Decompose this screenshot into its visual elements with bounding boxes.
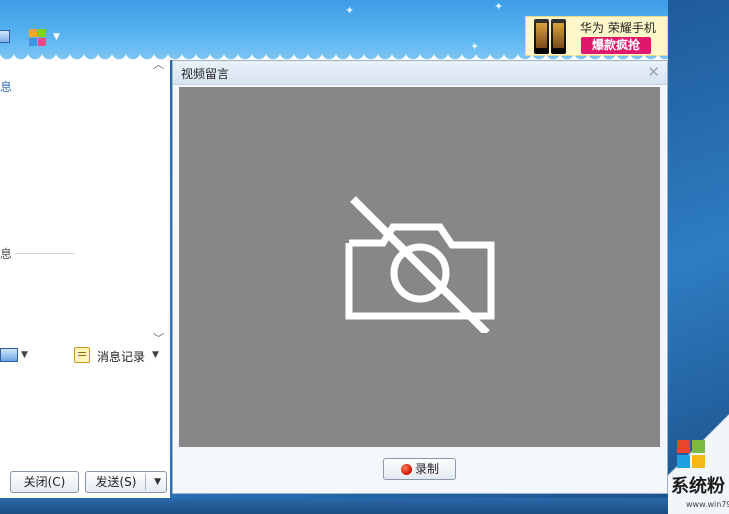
camera-off-icon (345, 196, 495, 333)
watermark-url: www.win7999.com (686, 500, 729, 509)
star-decoration-icon: ✦ (494, 0, 504, 13)
ad-cta-badge: 爆款疯抢 (581, 37, 651, 54)
divider (15, 253, 75, 254)
record-button[interactable]: 录制 (383, 458, 456, 480)
desktop-strip (0, 498, 729, 514)
ad-headline: 华为 荣耀手机 (580, 21, 656, 35)
apps-icon[interactable] (28, 28, 48, 48)
close-button[interactable]: 关闭(C) (10, 471, 79, 493)
star-decoration-icon: ✦ (345, 4, 355, 17)
windows-logo-icon (677, 440, 706, 469)
chat-header: ✦ ✦ ✦ ▼ 华为 荣耀手机 爆款疯抢 (0, 0, 668, 60)
screenshot-icon[interactable] (0, 348, 18, 362)
video-message-dialog: 视频留言 ✕ 录制 (172, 60, 668, 494)
send-button-label: 发送(S) (95, 475, 137, 489)
divider (145, 474, 146, 490)
record-dot-icon (401, 464, 412, 475)
chevron-down-icon[interactable]: ▼ (53, 32, 60, 42)
chat-panel: ︿ 息 息 ﹀ ▼ 消息记录 ▼ 关闭(C) 发送(S) ▼ (0, 58, 170, 498)
collapse-down-icon[interactable]: ﹀ (153, 330, 164, 346)
panel-text-fragment: 息 (0, 247, 13, 261)
phone-image (534, 18, 568, 55)
record-button-label: 录制 (415, 462, 440, 476)
watermark-text: 系统粉 (671, 476, 725, 497)
panel-text-fragment: 息 (0, 80, 13, 94)
ad-banner[interactable]: 华为 荣耀手机 爆款疯抢 (525, 16, 668, 56)
chevron-down-icon[interactable]: ▼ (21, 350, 28, 360)
input-toolbar: ▼ 消息记录 ▼ (0, 346, 170, 368)
video-preview (179, 87, 660, 447)
video-call-icon[interactable] (0, 28, 14, 48)
collapse-up-icon[interactable]: ︿ (153, 56, 164, 72)
send-options-chevron-icon[interactable]: ▼ (154, 472, 161, 492)
message-record-icon[interactable] (74, 347, 90, 363)
star-decoration-icon: ✦ (470, 40, 480, 53)
chevron-down-icon[interactable]: ▼ (152, 350, 159, 360)
message-record-button[interactable]: 消息记录 (97, 348, 145, 365)
close-icon[interactable]: ✕ (647, 63, 660, 81)
dialog-title: 视频留言 (181, 67, 230, 81)
send-button[interactable]: 发送(S) ▼ (85, 471, 167, 493)
dialog-titlebar: 视频留言 ✕ (173, 61, 667, 85)
